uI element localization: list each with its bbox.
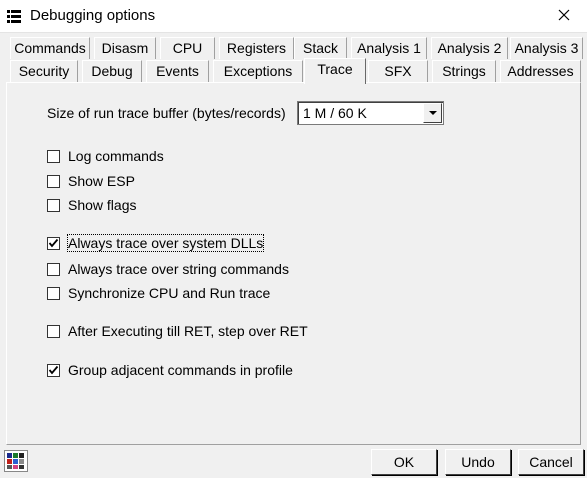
checkbox[interactable] (47, 199, 60, 212)
option-label: Log commands (68, 148, 164, 164)
list-icon[interactable] (6, 9, 22, 25)
option-label: Show ESP (68, 173, 135, 189)
tab-analysis-1[interactable]: Analysis 1 (351, 37, 427, 59)
option-label: After Executing till RET, step over RET (68, 323, 308, 339)
buffer-size-label: Size of run trace buffer (bytes/records) (47, 105, 286, 121)
chevron-down-icon[interactable] (423, 103, 442, 123)
option-label: Show flags (68, 197, 137, 213)
checkbox-checked[interactable] (47, 237, 60, 250)
tab-strings[interactable]: Strings (432, 60, 496, 82)
ok-button[interactable]: OK (371, 449, 437, 475)
undo-button[interactable]: Undo (445, 449, 511, 475)
tab-security[interactable]: Security (10, 60, 78, 82)
buffer-size-select[interactable]: 1 M / 60 K (297, 101, 444, 125)
checkbox-checked[interactable] (47, 364, 60, 377)
tab-cpu[interactable]: CPU (160, 37, 215, 59)
option-label: Group adjacent commands in profile (68, 362, 293, 378)
tab-commands[interactable]: Commands (10, 37, 90, 59)
buffer-size-value: 1 M / 60 K (303, 105, 367, 121)
checkbox[interactable] (47, 150, 60, 163)
tab-events[interactable]: Events (146, 60, 209, 82)
checkbox[interactable] (47, 325, 60, 338)
tab-disasm[interactable]: Disasm (94, 37, 156, 59)
option-label: Synchronize CPU and Run trace (68, 285, 271, 301)
debugging-options-window: Debugging options Commands Disasm CPU Re… (0, 0, 587, 478)
checkmark-icon (48, 365, 59, 375)
checkbox[interactable] (47, 287, 60, 300)
close-icon (558, 9, 570, 24)
checkmark-icon (48, 238, 59, 248)
title-bar[interactable]: Debugging options (0, 0, 587, 33)
tab-analysis-2[interactable]: Analysis 2 (431, 37, 508, 59)
tab-registers[interactable]: Registers (219, 37, 294, 59)
tab-stack[interactable]: Stack (294, 37, 347, 59)
option-label: Always trace over string commands (68, 261, 289, 277)
option-label: Always trace over system DLLs (66, 234, 265, 252)
close-button[interactable] (541, 0, 587, 32)
tab-analysis-3[interactable]: Analysis 3 (510, 37, 583, 59)
checkbox[interactable] (47, 175, 60, 188)
tab-addresses[interactable]: Addresses (500, 60, 581, 82)
cancel-button[interactable]: Cancel (518, 449, 584, 475)
tab-trace[interactable]: Trace (304, 58, 366, 84)
tab-sfx[interactable]: SFX (368, 60, 428, 82)
window-title: Debugging options (30, 7, 156, 24)
color-grid-icon[interactable] (4, 450, 28, 472)
button-bar: OK Undo Cancel (0, 445, 587, 478)
checkbox[interactable] (47, 263, 60, 276)
tab-debug[interactable]: Debug (82, 60, 142, 82)
tab-exceptions[interactable]: Exceptions (213, 60, 303, 82)
